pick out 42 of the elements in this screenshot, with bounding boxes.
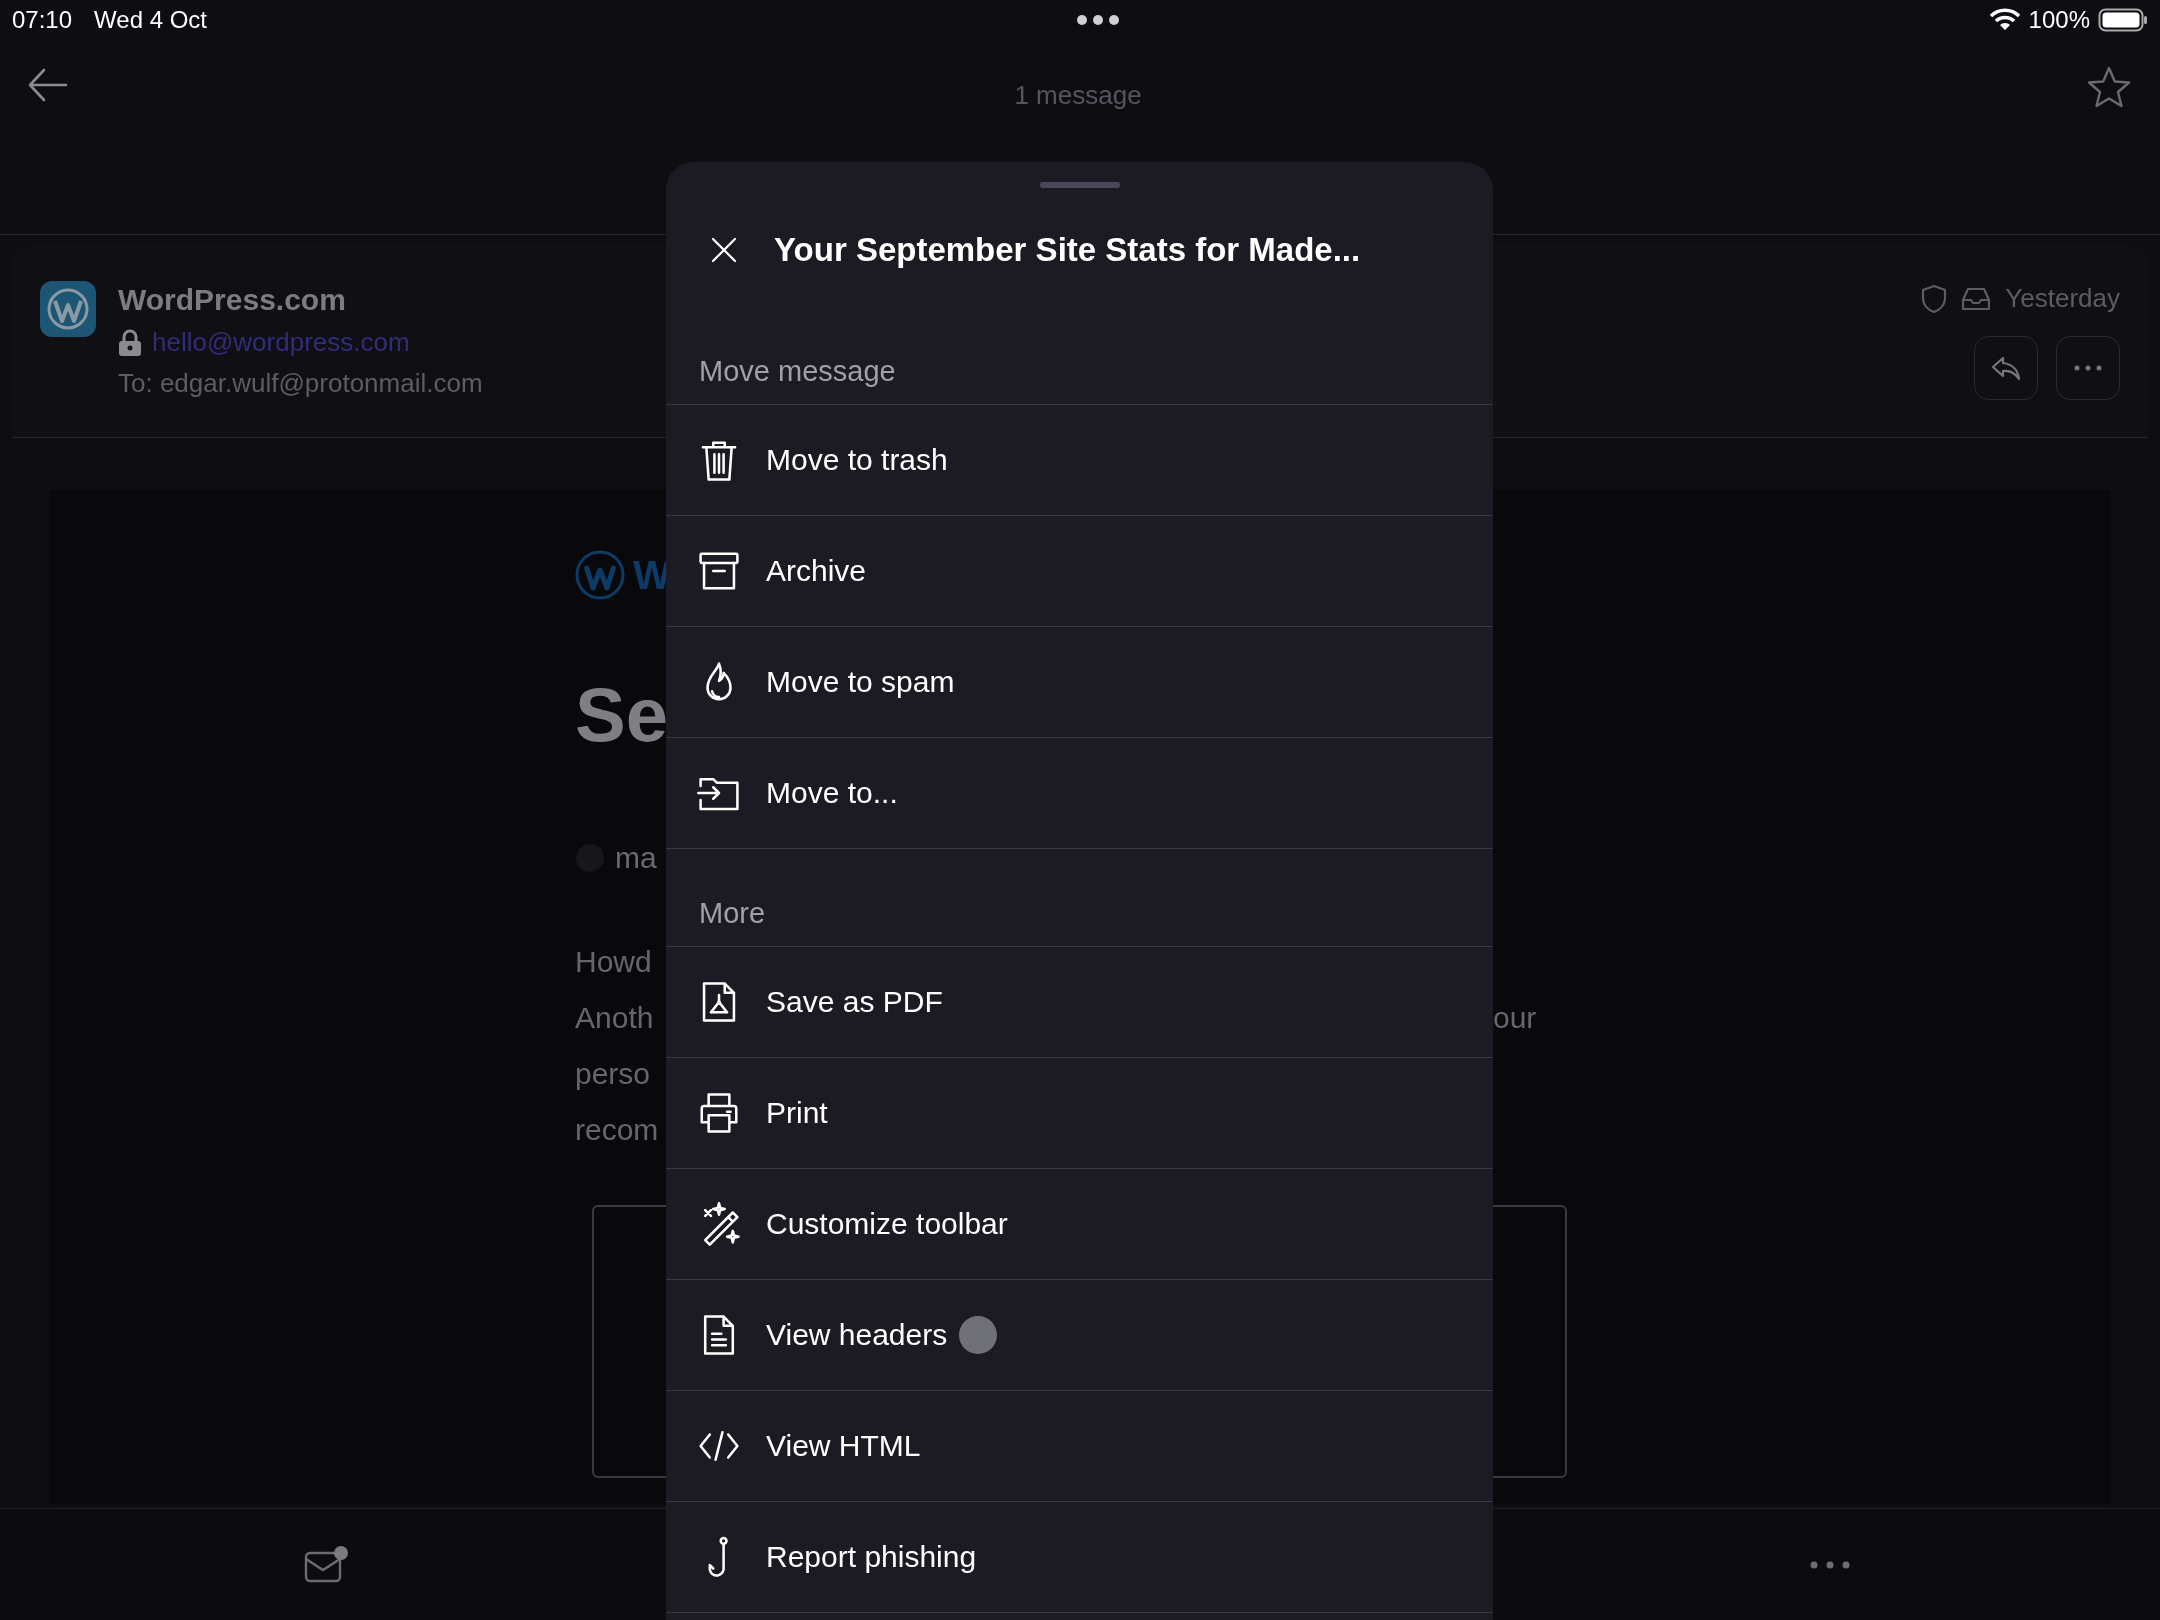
lock-icon <box>118 328 142 357</box>
more-icon[interactable] <box>1810 1560 1850 1569</box>
menu-item[interactable]: View headers <box>666 1280 1493 1391</box>
menu-item[interactable]: View HTML <box>666 1391 1493 1502</box>
sheet-title: Your September Site Stats for Made... <box>774 231 1361 269</box>
reply-icon <box>1991 355 2021 381</box>
shield-icon <box>1921 283 1948 314</box>
section-header: More <box>666 849 1493 947</box>
message-date: Yesterday <box>2005 283 2120 314</box>
body-text: Howd <box>575 944 653 980</box>
status-time: 07:10 <box>12 6 73 34</box>
recipient: To: edgar.wulf@protonmail.com <box>118 368 483 399</box>
mail-icon[interactable] <box>304 1544 350 1585</box>
section-header: Move message <box>666 325 1493 405</box>
inbox-icon <box>1961 285 1992 312</box>
menu-item[interactable]: Move to trash <box>666 405 1493 516</box>
menu-item[interactable]: Archive <box>666 516 1493 627</box>
body-text: our <box>1493 1000 1538 1036</box>
email-heading: Se <box>575 671 668 759</box>
status-date: Wed 4 Oct <box>94 6 207 34</box>
menu-item[interactable]: Move to spam <box>666 627 1493 738</box>
battery-percent: 100% <box>2028 6 2090 34</box>
body-text: recom <box>575 1112 660 1148</box>
body-text: perso <box>575 1056 652 1092</box>
more-icon <box>1075 14 1120 26</box>
drag-handle[interactable] <box>1039 182 1120 188</box>
reply-button[interactable] <box>1974 336 2038 400</box>
menu-item[interactable]: Move to... <box>666 738 1493 849</box>
more-icon <box>2074 365 2102 371</box>
battery-icon <box>2098 8 2148 32</box>
menu-item[interactable]: Customize toolbar <box>666 1169 1493 1280</box>
sender-name: WordPress.com <box>118 283 347 317</box>
menu-item[interactable]: Save as PDF <box>666 947 1493 1058</box>
wifi-icon <box>1988 8 2021 32</box>
menu-item[interactable]: Report phishing <box>666 1502 1493 1613</box>
menu-item[interactable]: Print <box>666 1058 1493 1169</box>
body-text: Anoth <box>575 1000 655 1036</box>
star-icon[interactable] <box>2086 65 2132 109</box>
logo-icon <box>575 550 625 600</box>
byline-text: ma <box>615 841 657 875</box>
message-count: 1 message <box>1014 80 1142 111</box>
logo-icon <box>40 281 96 337</box>
